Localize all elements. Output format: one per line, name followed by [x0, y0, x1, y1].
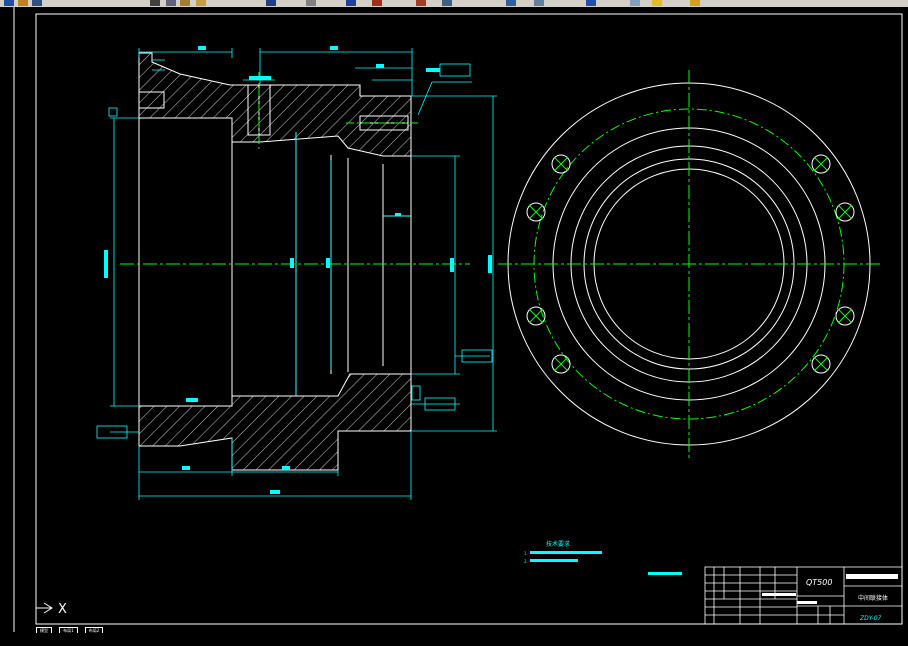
tab-layout-1[interactable]: 布局1: [59, 627, 78, 633]
tab-layout-2[interactable]: 布局2: [84, 627, 104, 633]
layer-sun-icon[interactable]: [652, 0, 662, 6]
cut-icon[interactable]: [166, 0, 176, 6]
layer-lock-icon[interactable]: [690, 0, 700, 6]
undo-icon[interactable]: [266, 0, 276, 6]
layout-tabs: 模型 布局1 布局2: [36, 627, 176, 633]
part-name-label: 中间联接体: [858, 594, 888, 602]
drawing-number-label: ZDY-07: [859, 615, 882, 622]
material-label: QT500: [806, 578, 832, 587]
text-style-icon[interactable]: [442, 0, 452, 6]
section-view: [120, 52, 470, 471]
ucs-icon: X: [36, 602, 67, 617]
save-icon[interactable]: [32, 0, 42, 6]
tab-model[interactable]: 模型: [36, 627, 52, 633]
redo-icon[interactable]: [306, 0, 316, 6]
print-icon[interactable]: [150, 0, 160, 6]
ucs-x-label: X: [58, 602, 67, 617]
new-file-icon[interactable]: [4, 0, 14, 6]
zoom-icon[interactable]: [372, 0, 382, 6]
pan-icon[interactable]: [346, 0, 356, 6]
layer-icon[interactable]: [630, 0, 640, 6]
technical-requirements: 技术要求 1. 2.: [524, 540, 682, 575]
design-center-icon[interactable]: [534, 0, 544, 6]
tech-note-1: 1.: [524, 551, 528, 556]
drawing-canvas[interactable]: 技术要求 1. 2. QT500 中间联接体 ZDY-07 X: [0, 7, 908, 632]
zoom-window-icon[interactable]: [416, 0, 426, 6]
tech-note-2: 2.: [524, 559, 528, 564]
paste-icon[interactable]: [196, 0, 206, 6]
tech-req-title: 技术要求: [546, 540, 570, 548]
copy-icon[interactable]: [180, 0, 190, 6]
help-icon[interactable]: [586, 0, 596, 6]
properties-icon[interactable]: [506, 0, 516, 6]
open-file-icon[interactable]: [18, 0, 28, 6]
